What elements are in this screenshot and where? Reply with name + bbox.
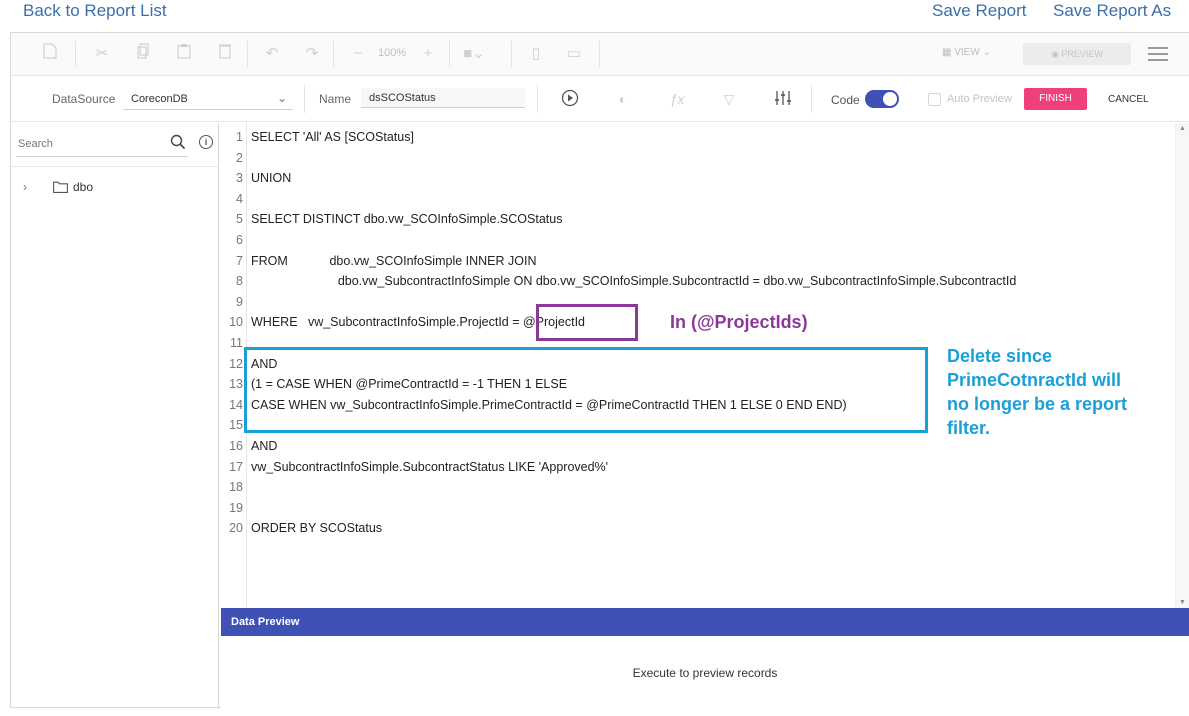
line-number: 1 xyxy=(236,130,243,144)
line-number: 4 xyxy=(236,191,243,206)
line-number: 17 xyxy=(229,459,243,474)
line-number: 18 xyxy=(229,480,243,495)
line-number: 6 xyxy=(236,233,243,247)
copy-icon[interactable] xyxy=(133,43,155,65)
scroll-down-icon[interactable]: ▼ xyxy=(1179,599,1186,606)
paste-icon[interactable] xyxy=(173,43,195,65)
auto-preview-label: Auto Preview xyxy=(947,93,1012,105)
chevron-right-icon[interactable]: › xyxy=(23,180,27,194)
code-line: SELECT 'All' AS [SCOStatus] xyxy=(251,130,414,144)
back-to-report-list-link[interactable]: Back to Report List xyxy=(23,1,167,21)
cut-icon[interactable]: ✂ xyxy=(91,43,113,65)
tree-item-label: dbo xyxy=(73,180,94,194)
code-line: FROM dbo.vw_SCOInfoSimple INNER JOIN xyxy=(251,253,537,268)
cancel-button[interactable]: CANCEL xyxy=(1108,94,1149,105)
folder-icon xyxy=(53,181,68,193)
line-number: 9 xyxy=(236,294,243,309)
undo-icon[interactable]: ↶ xyxy=(261,43,283,65)
datasource-select[interactable]: CoreconDB ⌄ xyxy=(123,88,293,110)
line-number: 15 xyxy=(229,418,243,433)
data-preview-header: Data Preview xyxy=(221,608,1189,636)
code-line: dbo.vw_SubcontractInfoSimple ON dbo.vw_S… xyxy=(251,274,1017,289)
chevron-down-icon: ⌄ xyxy=(276,91,287,105)
code-toggle[interactable] xyxy=(865,90,899,108)
line-number: 8 xyxy=(236,274,243,289)
line-number: 7 xyxy=(236,253,243,268)
line-number: 14 xyxy=(229,397,243,412)
line-number: 12 xyxy=(229,356,243,371)
dataset-name-input[interactable] xyxy=(361,88,525,108)
line-number: 16 xyxy=(229,439,243,453)
code-line: AND xyxy=(251,439,278,453)
line-number: 20 xyxy=(229,521,243,536)
editor-scrollbar[interactable]: ▲ ▼ xyxy=(1175,123,1189,608)
line-number: 3 xyxy=(236,171,243,186)
run-query-icon[interactable] xyxy=(560,89,580,109)
layout-icon[interactable]: ▯ xyxy=(525,43,547,65)
annotation-highlight-box-project xyxy=(536,304,638,341)
datasource-toolbar: DataSource CoreconDB ⌄ Name ◐ ƒx ▽ Code … xyxy=(11,77,1189,122)
auto-preview-checkbox[interactable] xyxy=(928,93,941,106)
save-report-link[interactable]: Save Report xyxy=(932,1,1027,21)
info-icon[interactable]: i xyxy=(199,135,213,149)
code-line: UNION xyxy=(251,171,292,186)
code-line: ORDER BY SCOStatus xyxy=(251,521,383,536)
line-number: 19 xyxy=(229,500,243,515)
expression-icon[interactable]: ƒx xyxy=(667,89,687,109)
main-toolbar: ✂ ↶ ↷ − 100% + ■⌄ ▯ ▭ ▦ VIEW ⌄ ◉ PREVIEW xyxy=(11,33,1189,76)
code-line: WHERE vw_SubcontractInfoSimple.ProjectId… xyxy=(251,315,586,330)
redo-icon[interactable]: ↷ xyxy=(301,43,323,65)
report-tree-icon[interactable]: ▭ xyxy=(563,43,585,65)
code-toggle-label: Code xyxy=(831,93,860,107)
finish-button[interactable]: FINISH xyxy=(1024,88,1087,110)
schema-panel: i › dbo xyxy=(11,123,219,709)
settings-sliders-icon[interactable] xyxy=(773,89,793,109)
align-dropdown-icon[interactable]: ■⌄ xyxy=(463,43,485,65)
line-number: 2 xyxy=(236,150,243,165)
preview-button[interactable]: ◉ PREVIEW xyxy=(1023,43,1131,65)
schema-search-input[interactable] xyxy=(16,131,188,157)
zoom-level: 100% xyxy=(378,47,407,59)
annotation-note-delete: Delete since PrimeCotnractId will no lon… xyxy=(947,346,1128,438)
view-menu-button[interactable]: ▦ VIEW ⌄ xyxy=(942,47,991,58)
data-preview-message: Execute to preview records xyxy=(632,666,778,680)
new-file-icon[interactable] xyxy=(39,43,61,65)
code-line: vw_SubcontractInfoSimple.SubcontractStat… xyxy=(251,459,609,474)
code-line: SELECT DISTINCT dbo.vw_SCOInfoSimple.SCO… xyxy=(251,212,563,227)
scroll-up-icon[interactable]: ▲ xyxy=(1179,125,1186,132)
annotation-note-project-ids: In (@ProjectIds) xyxy=(670,312,808,332)
hamburger-menu-icon[interactable] xyxy=(1148,47,1168,61)
delete-icon[interactable] xyxy=(214,43,236,65)
data-preview-panel: Execute to preview records xyxy=(221,636,1189,708)
line-number: 10 xyxy=(229,315,243,330)
top-link-bar: Back to Report List Save Report Save Rep… xyxy=(0,0,1189,30)
annotation-highlight-box-prime-contract xyxy=(244,347,928,433)
line-number: 13 xyxy=(229,377,243,392)
datasource-label: DataSource xyxy=(52,92,116,106)
parameters-icon[interactable]: ◐ xyxy=(613,89,633,109)
line-number: 5 xyxy=(236,212,243,227)
zoom-in-icon[interactable]: + xyxy=(417,43,439,65)
search-icon[interactable] xyxy=(170,134,186,150)
save-report-as-link[interactable]: Save Report As xyxy=(1053,1,1171,21)
zoom-out-icon[interactable]: − xyxy=(347,43,369,65)
line-number: 11 xyxy=(230,336,243,350)
name-label: Name xyxy=(319,92,352,106)
filter-icon[interactable]: ▽ xyxy=(719,89,739,109)
